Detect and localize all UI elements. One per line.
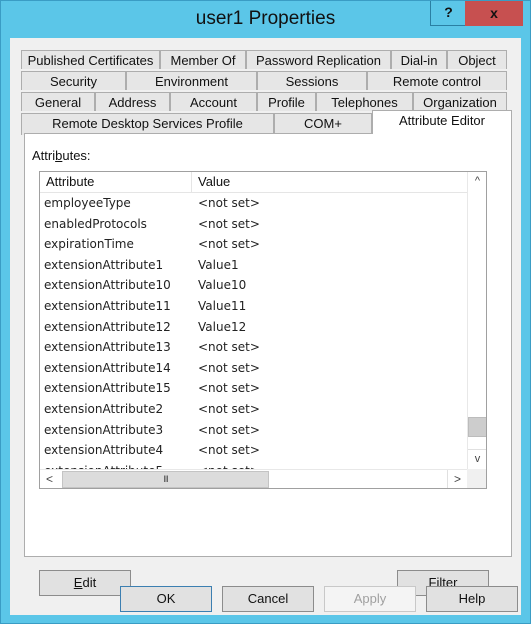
tab-organization[interactable]: Organization — [413, 92, 507, 111]
question-icon: ? — [444, 4, 453, 20]
horizontal-scrollbar[interactable]: < III > — [40, 469, 467, 488]
attribute-name: extensionAttribute2 — [44, 401, 164, 416]
tab-address[interactable]: Address — [95, 92, 170, 111]
chevron-down-icon: v — [474, 453, 481, 465]
attribute-name: extensionAttribute12 — [44, 319, 171, 334]
attribute-value: <not set> — [198, 340, 260, 355]
attribute-name: extensionAttribute3 — [44, 422, 164, 437]
attribute-editor-panel: Attributes: Attribute Value employeeType… — [24, 133, 512, 596]
tab-dial-in[interactable]: Dial-in — [391, 50, 447, 69]
attribute-name: extensionAttribute15 — [44, 381, 171, 396]
chevron-right-icon: > — [453, 472, 461, 486]
attribute-value: <not set> — [198, 422, 260, 437]
attribute-name: enabledProtocols — [44, 216, 147, 231]
tab-security[interactable]: Security — [21, 71, 126, 90]
list-header: Attribute Value — [40, 172, 468, 193]
table-row[interactable]: enabledProtocols <not set> — [40, 214, 468, 235]
attribute-name: extensionAttribute10 — [44, 278, 171, 293]
attribute-value: <not set> — [198, 237, 260, 252]
tab-object[interactable]: Object — [447, 50, 507, 69]
table-row[interactable]: extensionAttribute12 Value12 — [40, 317, 468, 338]
attribute-value: <not set> — [198, 360, 260, 375]
attribute-name: extensionAttribute11 — [44, 298, 171, 313]
scroll-left-button[interactable]: < — [40, 470, 59, 488]
attributes-label: Attributes: — [32, 148, 91, 163]
attribute-value: Value12 — [198, 319, 247, 334]
scroll-right-button[interactable]: > — [447, 470, 467, 488]
attribute-value: <not set> — [198, 401, 260, 416]
tab-account[interactable]: Account — [170, 92, 257, 111]
properties-dialog: user1 Properties ? x Published Certifica… — [0, 0, 531, 624]
close-button[interactable]: x — [465, 1, 523, 26]
vertical-scrollbar[interactable]: ^ v — [467, 172, 486, 469]
attribute-value: Value10 — [198, 278, 247, 293]
tab-profile[interactable]: Profile — [257, 92, 316, 111]
tab-remote-desktop-services-profile[interactable]: Remote Desktop Services Profile — [21, 113, 274, 135]
attributes-list[interactable]: Attribute Value employeeType <not set> en… — [39, 171, 487, 489]
attribute-name: extensionAttribute14 — [44, 360, 171, 375]
tab-password-replication[interactable]: Password Replication — [246, 50, 391, 69]
attribute-name: extensionAttribute1 — [44, 257, 164, 272]
attribute-value: <not set> — [198, 381, 260, 396]
title-bar[interactable]: user1 Properties ? x — [1, 1, 530, 38]
table-row[interactable]: extensionAttribute1 Value1 — [40, 255, 468, 276]
tab-member-of[interactable]: Member Of — [160, 50, 246, 69]
dialog-client: Published Certificates Member Of Passwor… — [10, 38, 521, 615]
attribute-rows: employeeType <not set> enabledProtocols <n… — [40, 193, 468, 481]
tab-sessions[interactable]: Sessions — [257, 71, 367, 90]
attribute-name: expirationTime — [44, 237, 134, 252]
tab-environment[interactable]: Environment — [126, 71, 257, 90]
table-row[interactable]: employeeType <not set> — [40, 193, 468, 214]
tab-telephones[interactable]: Telephones — [316, 92, 413, 111]
attribute-name: extensionAttribute13 — [44, 340, 171, 355]
attribute-value: <not set> — [198, 443, 260, 458]
help-title-button[interactable]: ? — [430, 1, 467, 26]
column-header-value[interactable]: Value — [192, 172, 468, 192]
ok-button[interactable]: OK — [120, 586, 212, 612]
apply-button[interactable]: Apply — [324, 586, 416, 612]
attribute-name: extensionAttribute4 — [44, 443, 164, 458]
table-row[interactable]: extensionAttribute2 <not set> — [40, 399, 468, 420]
table-row[interactable]: extensionAttribute11 Value11 — [40, 296, 468, 317]
chevron-up-icon: ^ — [474, 175, 481, 187]
horizontal-scroll-thumb[interactable]: III — [62, 471, 269, 488]
tab-remote-control[interactable]: Remote control — [367, 71, 507, 90]
cancel-button[interactable]: Cancel — [222, 586, 314, 612]
table-row[interactable]: extensionAttribute3 <not set> — [40, 420, 468, 441]
scrollbar-corner — [467, 469, 486, 488]
close-icon: x — [490, 5, 498, 21]
vertical-scroll-thumb[interactable] — [468, 417, 486, 437]
scroll-down-button[interactable]: v — [468, 449, 486, 469]
table-row[interactable]: extensionAttribute4 <not set> — [40, 440, 468, 461]
tab-published-certificates[interactable]: Published Certificates — [21, 50, 160, 69]
table-row[interactable]: expirationTime <not set> — [40, 234, 468, 255]
attribute-value: <not set> — [198, 216, 260, 231]
table-row[interactable]: extensionAttribute14 <not set> — [40, 358, 468, 379]
column-header-attribute[interactable]: Attribute — [40, 172, 192, 192]
attribute-value: Value1 — [198, 257, 239, 272]
table-row[interactable]: extensionAttribute10 Value10 — [40, 275, 468, 296]
table-row[interactable]: extensionAttribute15 <not set> — [40, 378, 468, 399]
attribute-value: Value11 — [198, 298, 247, 313]
help-button[interactable]: Help — [426, 586, 518, 612]
tab-com-plus[interactable]: COM+ — [274, 113, 372, 135]
scroll-up-button[interactable]: ^ — [468, 172, 486, 191]
table-row[interactable]: extensionAttribute13 <not set> — [40, 337, 468, 358]
tab-general[interactable]: General — [21, 92, 95, 111]
tab-attribute-editor[interactable]: Attribute Editor — [372, 110, 512, 134]
attribute-name: employeeType — [44, 196, 131, 210]
attribute-value: <not set> — [198, 196, 260, 210]
edit-button[interactable]: Edit — [39, 570, 131, 596]
grip-icon: III — [163, 474, 168, 484]
chevron-left-icon: < — [45, 472, 53, 486]
